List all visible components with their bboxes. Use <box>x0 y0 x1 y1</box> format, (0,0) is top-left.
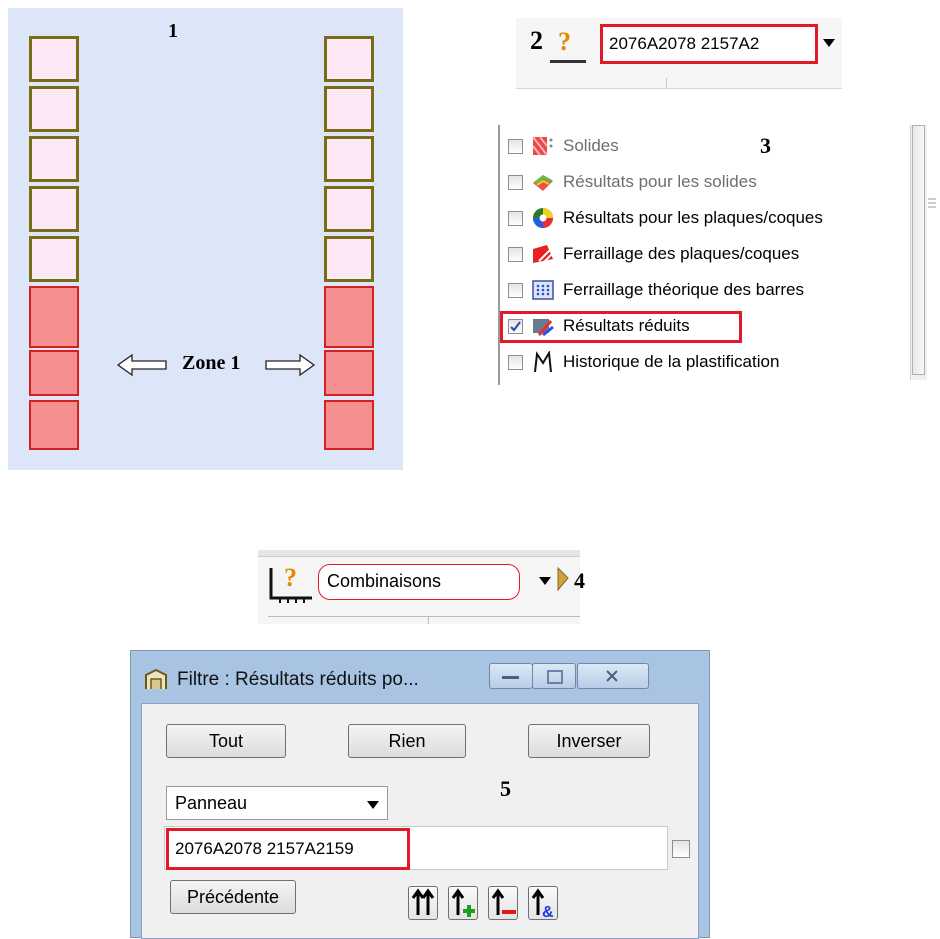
selection-toolbar: 2 ? 2076A2078 2157A2 <box>516 18 842 89</box>
chevron-down-icon[interactable] <box>822 38 836 48</box>
svg-text:?: ? <box>284 563 297 592</box>
panel-cell <box>324 136 374 182</box>
panel-cell <box>324 36 374 82</box>
double-up-arrow-icon <box>411 888 435 915</box>
checkbox[interactable] <box>508 246 523 262</box>
tree-item-label: Résultats pour les solides <box>563 172 757 191</box>
panel-cell <box>324 86 374 132</box>
maximize-button[interactable] <box>532 663 576 689</box>
none-button[interactable]: Rien <box>348 724 466 758</box>
checkbox[interactable] <box>508 354 523 370</box>
checkbox[interactable] <box>508 138 523 154</box>
tree-item-solid-results[interactable]: Résultats pour les solides <box>508 167 757 197</box>
panel-cell-selected <box>324 286 374 348</box>
panel-cell-selected <box>324 400 374 450</box>
chevron-down-icon[interactable] <box>366 800 380 810</box>
move-up-all-button[interactable] <box>408 886 438 920</box>
checkbox[interactable] <box>508 174 523 190</box>
scrollbar[interactable] <box>910 125 927 380</box>
plastification-icon <box>531 349 555 373</box>
highlight-box <box>500 311 742 343</box>
panel-number-3: 3 <box>760 133 771 158</box>
all-button[interactable]: Tout <box>166 724 286 758</box>
tree-item-plate-results[interactable]: Résultats pour les plaques/coques <box>508 203 823 233</box>
panel-cell <box>29 36 79 82</box>
checkbox[interactable] <box>508 210 523 226</box>
scrollbar-thumb[interactable] <box>912 125 925 375</box>
tree-item-label: Résultats pour les plaques/coques <box>563 208 823 227</box>
tree-item-plastification-history[interactable]: Historique de la plastification <box>508 347 779 377</box>
panel-cell <box>29 86 79 132</box>
checkbox[interactable] <box>508 282 523 298</box>
arrow-left-icon <box>116 353 167 377</box>
panel-number-1: 1 <box>168 20 178 42</box>
tree-item-label: Solides <box>563 136 619 155</box>
dialog-title: Filtre : Résultats réduits po... <box>177 669 419 690</box>
plate-results-icon <box>531 207 555 229</box>
app-icon <box>145 668 167 689</box>
panel-cell <box>324 236 374 282</box>
panel-cell <box>324 186 374 232</box>
intersect-up-button[interactable]: & <box>528 886 558 921</box>
add-up-button[interactable] <box>448 886 478 920</box>
plate-reinforcement-icon <box>531 243 555 265</box>
previous-button[interactable]: Précédente <box>170 880 296 914</box>
window-controls <box>489 663 649 689</box>
minimize-button[interactable] <box>489 663 533 689</box>
panel-cell-selected <box>29 286 79 348</box>
svg-text:?: ? <box>558 27 571 56</box>
filter-dialog: Filtre : Résultats réduits po... Tout Ri… <box>130 650 710 939</box>
zone-diagram: 1 Zone 1 <box>8 8 403 470</box>
tree-item-label: Ferraillage des plaques/coques <box>563 244 800 263</box>
grip-icon <box>928 198 936 208</box>
chevron-down-icon[interactable] <box>538 576 552 586</box>
checkbox[interactable] <box>672 840 690 858</box>
panel-cell <box>29 136 79 182</box>
solid-results-icon <box>531 171 555 193</box>
case-toolbar: ? Combinaisons 4 <box>258 550 585 624</box>
close-button[interactable] <box>577 663 649 689</box>
arrow-right-icon <box>265 353 316 377</box>
tree-item-bar-reinforcement[interactable]: Ferraillage théorique des barres <box>508 275 804 305</box>
results-tree: 3 Solides Résultats pour les solides Rés… <box>498 125 936 385</box>
selection-input[interactable]: 2076A2078 2157A2159 <box>166 828 410 870</box>
dialog-client: Tout Rien Inverser 5 Panneau 2076A2078 2… <box>141 703 699 939</box>
panel-number-2: 2 <box>530 26 543 55</box>
tree-item-label: Historique de la plastification <box>563 352 780 371</box>
panel-cell-selected <box>324 350 374 396</box>
pencil-icon[interactable] <box>556 566 570 592</box>
tree-item-label: Ferraillage théorique des barres <box>563 280 804 299</box>
up-ampersand-icon: & <box>531 888 554 921</box>
load-case-icon[interactable]: ? <box>266 560 318 608</box>
panel-cell-selected <box>29 400 79 450</box>
tree-item-solids[interactable]: Solides <box>508 131 619 161</box>
solids-icon <box>531 135 555 157</box>
panel-number-4: 4 <box>574 568 585 593</box>
up-minus-icon <box>491 888 516 915</box>
invert-button[interactable]: Inverser <box>528 724 650 758</box>
selection-combo[interactable]: 2076A2078 2157A2 <box>600 24 818 64</box>
bar-reinforcement-icon <box>531 279 555 301</box>
zone-label: Zone 1 <box>182 352 241 374</box>
panel-number-5: 5 <box>500 776 511 801</box>
panel-cell <box>29 236 79 282</box>
up-plus-icon <box>451 888 475 917</box>
svg-text:&: & <box>542 904 554 919</box>
remove-up-button[interactable] <box>488 886 518 920</box>
question-icon[interactable]: ? <box>550 24 588 70</box>
type-select[interactable]: Panneau <box>166 786 388 820</box>
panel-cell-selected <box>29 350 79 396</box>
tree-item-plate-reinforcement[interactable]: Ferraillage des plaques/coques <box>508 239 799 269</box>
panel-cell <box>29 186 79 232</box>
close-icon <box>606 670 618 682</box>
case-combo[interactable]: Combinaisons <box>318 564 520 600</box>
